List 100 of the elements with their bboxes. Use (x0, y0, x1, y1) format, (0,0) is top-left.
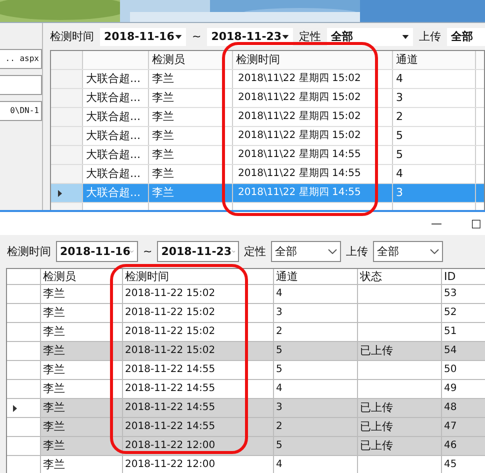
table-cell: 4 (274, 285, 358, 303)
dropdown[interactable]: 全部 (327, 28, 414, 46)
table-cell: 52 (442, 304, 485, 322)
table-row[interactable]: 李兰 2018-11-22 12:00 4 45 (7, 456, 485, 473)
table-row[interactable]: 李兰 2018-11-22 15:02 4 53 (7, 285, 485, 304)
table-cell: 大联合超... (83, 70, 149, 88)
row-header-cell[interactable] (51, 165, 83, 183)
dropdown-arrow-icon (402, 34, 410, 38)
row-pointer-icon (58, 190, 62, 196)
table-cell: 李兰 (41, 399, 123, 417)
table-cell: 2018\11\22 星期四 14:55 (233, 184, 393, 202)
table-cell: 已上传 (358, 437, 442, 455)
table-cell: 大联合超... (83, 108, 149, 126)
column-header[interactable]: 状态 (358, 269, 442, 284)
table-row[interactable]: 李兰 2018-11-22 14:55 3 已上传 48 (7, 399, 485, 418)
table-cell: 李兰 (41, 437, 123, 455)
table-cell: 47 (442, 418, 485, 436)
dropdown[interactable]: 全部 (373, 241, 444, 262)
dropdown[interactable]: 2018-11-16 (100, 28, 186, 46)
table-cell: 3 (274, 304, 358, 322)
row-header-cell[interactable] (51, 89, 83, 107)
table-cell: 2 (274, 323, 358, 341)
column-header[interactable]: 检测时间 (233, 51, 393, 69)
table-row[interactable]: 李兰 2018-11-22 14:55 2 已上传 47 (7, 418, 485, 437)
table-cell: 李兰 (41, 380, 123, 398)
dropdown[interactable]: 全部 (271, 241, 342, 262)
table-row[interactable]: 李兰 2018-11-22 12:00 5 已上传 46 (7, 437, 485, 456)
table-cell: 50 (442, 361, 485, 379)
table-cell: 3 (274, 399, 358, 417)
table-cell: 李兰 (41, 342, 123, 360)
table-row[interactable]: 大联合超... 李兰 2018\11\22 星期四 15:02 3 (51, 89, 484, 108)
table-cell: 李兰 (149, 165, 233, 183)
row-header-cell[interactable] (51, 184, 83, 202)
column-header[interactable]: 检测时间 (123, 269, 274, 284)
table-row[interactable]: 大联合超... 李兰 2018\11\22 星期四 15:02 5 (51, 127, 484, 146)
table-cell: 3 (393, 184, 476, 202)
window-control[interactable]: — (431, 217, 445, 230)
table-cell: 4 (393, 165, 476, 183)
table-cell: 李兰 (41, 285, 123, 303)
table-cell: 48 (442, 399, 485, 417)
table-cell: 51 (442, 323, 485, 341)
table-row[interactable]: 大联合超... 李兰 2018\11\22 星期四 15:02 4 (51, 70, 484, 89)
table-cell: 4 (274, 456, 358, 473)
table-cell: 李兰 (41, 418, 123, 436)
dropdown[interactable]: 全部 (447, 28, 485, 46)
table-cell: 2018\11\22 星期四 15:02 (233, 108, 393, 126)
table-cell: 已上传 (358, 418, 442, 436)
table-cell: 大联合超... (83, 127, 149, 145)
table-row[interactable]: 大联合超... 李兰 2018\11\22 星期四 15:02 2 (51, 108, 484, 127)
table-cell: 2018\11\22 星期四 15:02 (233, 70, 393, 88)
row-header-cell[interactable] (51, 70, 83, 88)
text-field[interactable] (0, 75, 42, 95)
text-field[interactable]: 0\DN-1 (0, 101, 42, 121)
column-header[interactable]: ID (442, 269, 485, 284)
table-cell: 李兰 (41, 361, 123, 379)
table-cell: 53 (442, 285, 485, 303)
table-row[interactable]: 大联合超... 李兰 2018\11\22 星期四 14:55 5 (51, 146, 484, 165)
table-cell: 李兰 (41, 456, 123, 473)
table-cell: 已上传 (358, 342, 442, 360)
table-cell: 李兰 (41, 323, 123, 341)
table-cell: 2018-11-22 14:55 (123, 361, 274, 379)
chevron-down-icon (328, 249, 338, 254)
table-cell: 5 (274, 342, 358, 360)
text-field[interactable]: .. aspx (0, 49, 42, 69)
table-cell: 2018-11-22 15:02 (123, 342, 274, 360)
row-pointer-icon (13, 404, 17, 412)
table-cell: 54 (442, 342, 485, 360)
column-header[interactable]: 通道 (393, 51, 476, 69)
table-row[interactable]: 李兰 2018-11-22 14:55 5 50 (7, 361, 485, 380)
row-header-cell[interactable] (51, 127, 83, 145)
table-cell: 4 (393, 70, 476, 88)
table-cell: 46 (442, 437, 485, 455)
table-cell: 45 (442, 456, 485, 473)
table-cell: 2018\11\22 星期四 15:02 (233, 89, 393, 107)
table-cell: 5 (393, 127, 476, 145)
row-header-cell[interactable] (51, 108, 83, 126)
table-cell: 2 (274, 418, 358, 436)
window-control[interactable]: □ (471, 217, 485, 230)
table-cell: 2018-11-22 14:55 (123, 399, 274, 417)
table-cell: 5 (274, 437, 358, 455)
table-cell: 已上传 (358, 399, 442, 417)
column-header[interactable]: 检测员 (41, 269, 123, 284)
dropdown-arrow-icon (175, 34, 182, 38)
table-cell: 2018-11-22 15:02 (123, 304, 274, 322)
table-cell: 2018-11-22 12:00 (123, 456, 274, 473)
table-cell: 大联合超... (83, 89, 149, 107)
dropdown[interactable]: 2018-11-16 (56, 241, 138, 262)
column-header[interactable]: 通道 (274, 269, 358, 284)
filter-label: 定性 (244, 244, 266, 259)
table-cell: 李兰 (149, 127, 233, 145)
row-header-cell[interactable] (51, 146, 83, 164)
dropdown-arrow-icon (282, 34, 290, 38)
table-cell: 49 (442, 380, 485, 398)
table-row[interactable]: 李兰 2018-11-22 15:02 5 已上传 54 (7, 342, 485, 361)
table-cell: 大联合超... (83, 184, 149, 202)
table-cell: 李兰 (149, 70, 233, 88)
dropdown[interactable]: 2018-11-23 (157, 241, 240, 262)
table-cell: 2 (393, 108, 476, 126)
table-row[interactable]: 李兰 2018-11-22 15:02 3 52 (7, 304, 485, 323)
column-header[interactable]: 检测员 (149, 51, 233, 69)
